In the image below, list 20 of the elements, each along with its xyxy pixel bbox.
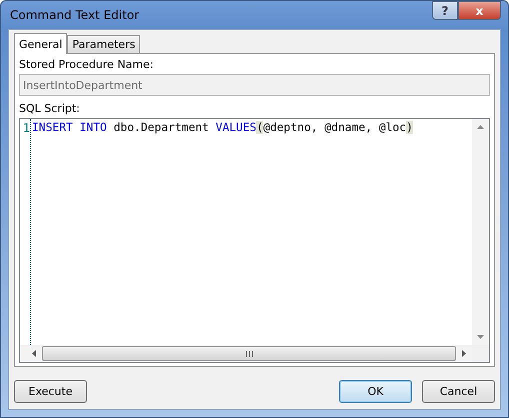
line-number: 1 bbox=[22, 120, 30, 134]
window-title: Command Text Editor bbox=[9, 8, 140, 22]
tab[interactable]: General bbox=[14, 33, 68, 54]
grip-icon bbox=[246, 350, 252, 356]
dialog-button[interactable]: Execute bbox=[14, 380, 87, 403]
scrollbar-thumb[interactable] bbox=[42, 346, 456, 361]
scroll-left-arrow-icon[interactable] bbox=[32, 350, 36, 357]
scroll-up-arrow-icon[interactable] bbox=[477, 125, 484, 129]
tab[interactable]: Parameters bbox=[67, 35, 140, 53]
dialog-button[interactable]: OK bbox=[339, 380, 412, 403]
scroll-right-arrow-icon[interactable] bbox=[462, 350, 466, 357]
vertical-scrollbar[interactable] bbox=[472, 119, 489, 345]
code-line: INSERT INTO dbo.Department VALUES(@deptno, @dname, @loc) bbox=[31, 121, 413, 134]
close-button[interactable]: x bbox=[458, 1, 501, 20]
field-label: Stored Procedure Name: bbox=[19, 58, 154, 73]
dialog-button[interactable]: Cancel bbox=[422, 380, 495, 403]
field-label: SQL Script: bbox=[19, 102, 81, 117]
help-button[interactable]: ? bbox=[432, 1, 458, 20]
scroll-down-arrow-icon[interactable] bbox=[477, 335, 484, 339]
code-editor[interactable]: 1 INSERT INTO dbo.Department VALUES(@deptno, @dname, @loc) bbox=[19, 118, 490, 363]
